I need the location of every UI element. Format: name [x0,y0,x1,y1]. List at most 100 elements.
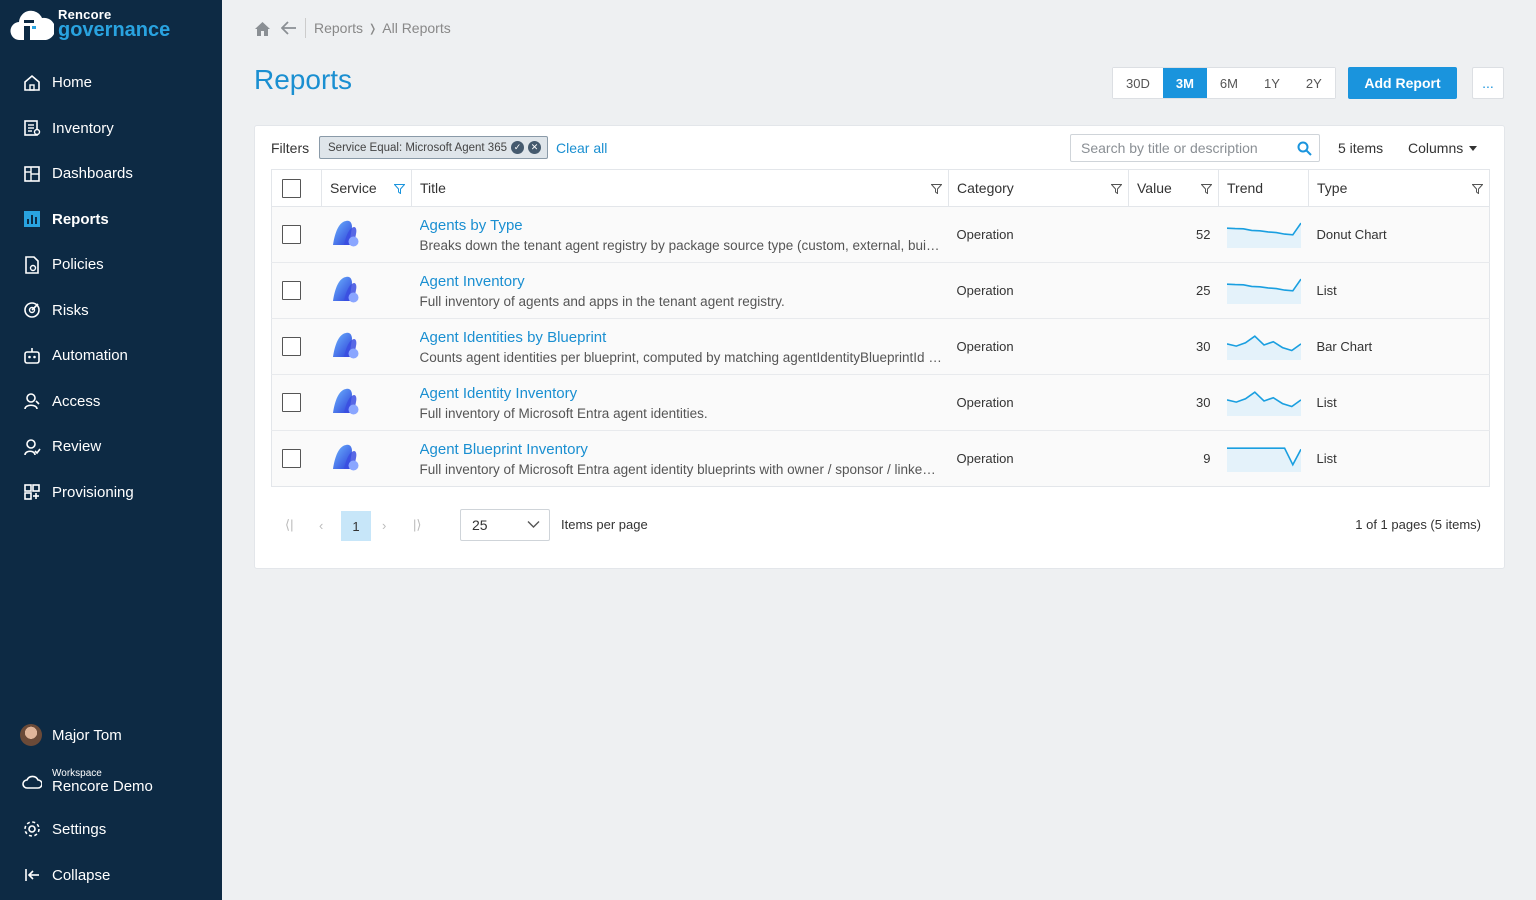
report-title-link[interactable]: Agent Identity Inventory [420,385,949,402]
row-checkbox[interactable] [282,393,301,412]
sidebar-nav: Home Inventory Dashboards Reports Polici… [0,60,222,515]
items-per-page-select[interactable]: 25 [460,509,550,541]
row-checkbox[interactable] [282,449,301,468]
filter-icon[interactable] [1201,184,1212,194]
inventory-icon [22,118,42,138]
trend-cell [1219,431,1309,487]
workspace-switcher[interactable]: Workspace Rencore Demo [0,758,222,806]
filter-chip-label: Service Equal: Microsoft Agent 365 [328,141,507,154]
select-all-checkbox[interactable] [282,178,301,198]
column-header-label: Type [1317,180,1348,196]
row-select-cell [272,431,322,487]
report-title-link[interactable]: Agent Inventory [420,273,949,290]
report-title-link[interactable]: Agent Identities by Blueprint [420,329,949,346]
column-header-category[interactable]: Category [948,169,1129,207]
trend-sparkline [1226,447,1302,472]
sidebar-item-label: Home [52,74,93,92]
service-cell [321,206,412,263]
table-row[interactable]: Agent Identities by Blueprint Counts agen… [271,318,1490,375]
last-page-icon[interactable]: |⟩ [413,510,421,540]
type-cell: Bar Chart [1308,318,1490,375]
provisioning-icon [22,482,42,502]
access-icon [22,391,42,411]
filter-icon[interactable] [1111,184,1122,194]
range-30d-button[interactable]: 30D [1113,68,1163,98]
sidebar-item-access[interactable]: Access [0,379,222,425]
page-info: 1 of 1 pages (5 items) [1355,517,1481,532]
table-row[interactable]: Agents by Type Breaks down the tenant age… [271,206,1490,263]
sidebar-item-collapse[interactable]: Collapse [0,852,222,898]
table-row[interactable]: Agent Identity Inventory Full inventory o… [271,374,1490,431]
sidebar-item-home[interactable]: Home [0,60,222,106]
column-header-type[interactable]: Type [1308,169,1490,207]
filter-icon[interactable] [931,184,942,194]
rencore-logo[interactable]: Rencore governance [10,6,170,42]
sidebar-item-automation[interactable]: Automation [0,333,222,379]
sidebar-item-review[interactable]: Review [0,424,222,470]
user-name: Major Tom [52,726,122,744]
home-icon[interactable] [254,21,271,36]
agent365-service-icon [332,276,358,303]
report-description: Counts agent identities per blueprint, c… [419,349,949,365]
clear-all-link[interactable]: Clear all [556,140,607,156]
sidebar: Rencore governance Home Inventory Dashbo… [0,0,222,900]
table-row[interactable]: Agent Inventory Full inventory of agents … [271,262,1490,319]
column-header-service[interactable]: Service [321,169,412,207]
report-title-link[interactable]: Agents by Type [420,217,949,234]
search-input[interactable] [1081,140,1291,156]
filter-icon[interactable] [394,184,405,194]
user-menu[interactable]: Major Tom [0,712,222,758]
table-row[interactable]: Agent Blueprint Inventory Full inventory … [271,430,1490,487]
row-checkbox[interactable] [282,281,301,300]
breadcrumb-reports[interactable]: Reports [314,20,363,36]
report-title-link[interactable]: Agent Blueprint Inventory [420,441,949,458]
column-header-value[interactable]: Value [1128,169,1219,207]
range-1y-button[interactable]: 1Y [1250,68,1293,98]
value-cell: 9 [1203,451,1211,466]
sidebar-item-risks[interactable]: Risks [0,288,222,334]
filter-icon[interactable] [1472,184,1483,194]
sidebar-item-provisioning[interactable]: Provisioning [0,470,222,516]
filter-chip[interactable]: Service Equal: Microsoft Agent 365 ✓ ✕ [319,136,548,159]
sidebar-item-inventory[interactable]: Inventory [0,106,222,152]
sidebar-item-label: Inventory [52,119,114,137]
agent365-service-icon [332,332,358,359]
policies-icon [22,255,42,275]
column-header-title[interactable]: Title [411,169,949,207]
breadcrumb-current: All Reports [382,20,451,36]
logo-brand-bottom: governance [58,19,171,41]
page-button-current[interactable]: 1 [341,511,371,541]
range-6m-button[interactable]: 6M [1206,68,1251,98]
columns-dropdown[interactable]: Columns [1408,140,1478,156]
cloud-logo-icon [10,10,54,41]
close-icon[interactable]: ✕ [528,141,541,154]
report-description: Full inventory of Microsoft Entra agent … [419,461,949,477]
range-3m-button[interactable]: 3M [1162,68,1207,98]
check-icon[interactable]: ✓ [511,141,524,154]
report-description: Full inventory of agents and apps in the… [419,293,785,309]
add-report-button[interactable]: Add Report [1348,67,1457,99]
prev-page-icon[interactable]: ‹ [319,510,323,540]
type-cell: List [1308,262,1490,319]
value-cell: 30 [1128,318,1219,375]
trend-sparkline-area [1226,279,1301,304]
sidebar-item-policies[interactable]: Policies [0,242,222,288]
sidebar-item-reports[interactable]: Reports [0,197,222,243]
search-icon[interactable] [1297,141,1312,156]
agent365-service-icon [332,444,358,471]
cloud-icon [22,772,42,792]
value-cell: 52 [1128,206,1219,263]
reports-icon [22,209,42,229]
home-icon [22,73,42,93]
row-checkbox[interactable] [282,225,301,244]
row-checkbox[interactable] [282,337,301,356]
next-page-icon[interactable]: › [382,510,386,540]
first-page-icon[interactable]: ⟨| [285,510,293,540]
more-actions-button[interactable]: ... [1472,67,1504,99]
back-arrow-icon[interactable] [281,21,297,35]
sidebar-item-settings[interactable]: Settings [0,806,222,852]
type-cell: Donut Chart [1308,206,1490,263]
range-2y-button[interactable]: 2Y [1292,68,1335,98]
trend-sparkline-area [1226,223,1301,248]
sidebar-item-dashboards[interactable]: Dashboards [0,151,222,197]
